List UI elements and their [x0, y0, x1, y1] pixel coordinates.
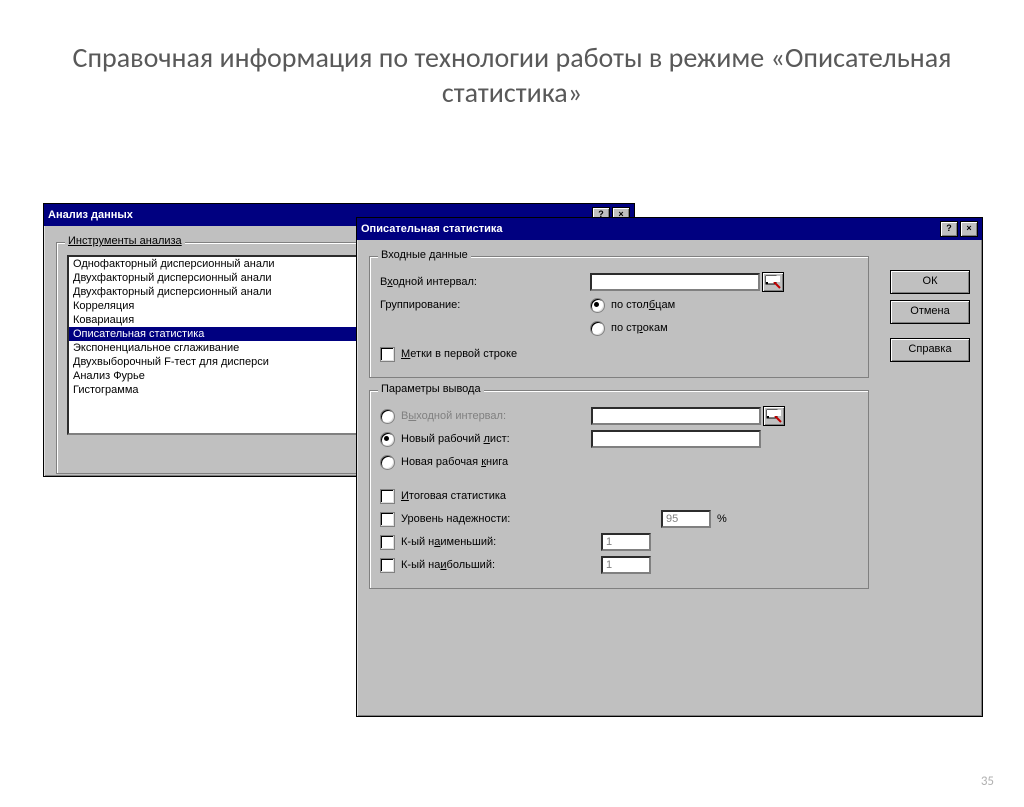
new-book-label: Новая рабочая книга	[401, 456, 508, 468]
tools-list-label: Инструменты анализа	[65, 235, 185, 247]
list-item[interactable]: Однофакторный дисперсионный анали	[69, 257, 365, 271]
titlebar-text: Анализ данных	[48, 209, 133, 221]
confidence-label: Уровень надежности:	[401, 513, 601, 525]
list-item[interactable]: Анализ Фурье	[69, 369, 365, 383]
input-group-legend: Входные данные	[378, 249, 471, 261]
grouping-rows-radio[interactable]	[590, 321, 605, 336]
new-sheet-field[interactable]	[591, 430, 761, 448]
list-item[interactable]: Двухфакторный дисперсионный анали	[69, 271, 365, 285]
list-item[interactable]: Двухфакторный дисперсионный анали	[69, 285, 365, 299]
list-item[interactable]: Описательная статистика	[69, 327, 365, 341]
titlebar-descstats: Описательная статистика ? ×	[357, 218, 982, 240]
range-select-icon[interactable]	[762, 272, 784, 292]
help-button[interactable]: Справка	[890, 338, 970, 362]
output-range-label: Выходной интервал:	[401, 410, 561, 422]
input-range-label: Входной интервал:	[380, 276, 550, 288]
summary-stats-label: Итоговая статистика	[401, 490, 506, 502]
list-item[interactable]: Экспоненциальное сглаживание	[69, 341, 365, 355]
help-icon[interactable]: ?	[940, 221, 958, 237]
ok-button[interactable]: ОК	[890, 270, 970, 294]
list-item[interactable]: Корреляция	[69, 299, 365, 313]
range-select-icon[interactable]	[763, 406, 785, 426]
confidence-unit: %	[717, 513, 727, 525]
list-item[interactable]: Двухвыборочный F-тест для дисперси	[69, 355, 365, 369]
new-sheet-label: Новый рабочий лист:	[401, 433, 561, 445]
kth-largest-check[interactable]	[380, 558, 395, 573]
kth-smallest-field	[601, 533, 651, 551]
close-icon[interactable]: ×	[960, 221, 978, 237]
grouping-columns-text: по столбцам	[611, 299, 675, 311]
titlebar-text: Описательная статистика	[361, 223, 503, 235]
grouping-columns-radio[interactable]	[590, 298, 605, 313]
tools-listbox[interactable]: Однофакторный дисперсионный аналиДвухфак…	[67, 255, 367, 435]
new-book-radio[interactable]	[380, 455, 395, 470]
confidence-check[interactable]	[380, 512, 395, 527]
summary-stats-check[interactable]	[380, 489, 395, 504]
labels-first-row-text: Метки в первой строке	[401, 348, 517, 360]
cancel-button[interactable]: Отмена	[890, 300, 970, 324]
input-range-field[interactable]	[590, 273, 760, 291]
grouping-label: Группирование:	[380, 299, 550, 311]
descriptive-stats-dialog: Описательная статистика ? × ОК Отмена Сп…	[356, 217, 983, 717]
kth-largest-field	[601, 556, 651, 574]
list-item[interactable]: Гистограмма	[69, 383, 365, 397]
output-group-legend: Параметры вывода	[378, 383, 484, 395]
page-number: 35	[981, 774, 994, 789]
output-range-radio[interactable]	[380, 409, 395, 424]
output-range-field	[591, 407, 761, 425]
new-sheet-radio[interactable]	[380, 432, 395, 447]
kth-largest-label: К-ый наибольший:	[401, 559, 601, 571]
slide-title: Справочная информация по технологии рабо…	[70, 40, 954, 110]
kth-smallest-label: К-ый наименьший:	[401, 536, 601, 548]
grouping-rows-text: по строкам	[611, 322, 668, 334]
labels-first-row-check[interactable]	[380, 347, 395, 362]
kth-smallest-check[interactable]	[380, 535, 395, 550]
list-item[interactable]: Ковариация	[69, 313, 365, 327]
confidence-field	[661, 510, 711, 528]
